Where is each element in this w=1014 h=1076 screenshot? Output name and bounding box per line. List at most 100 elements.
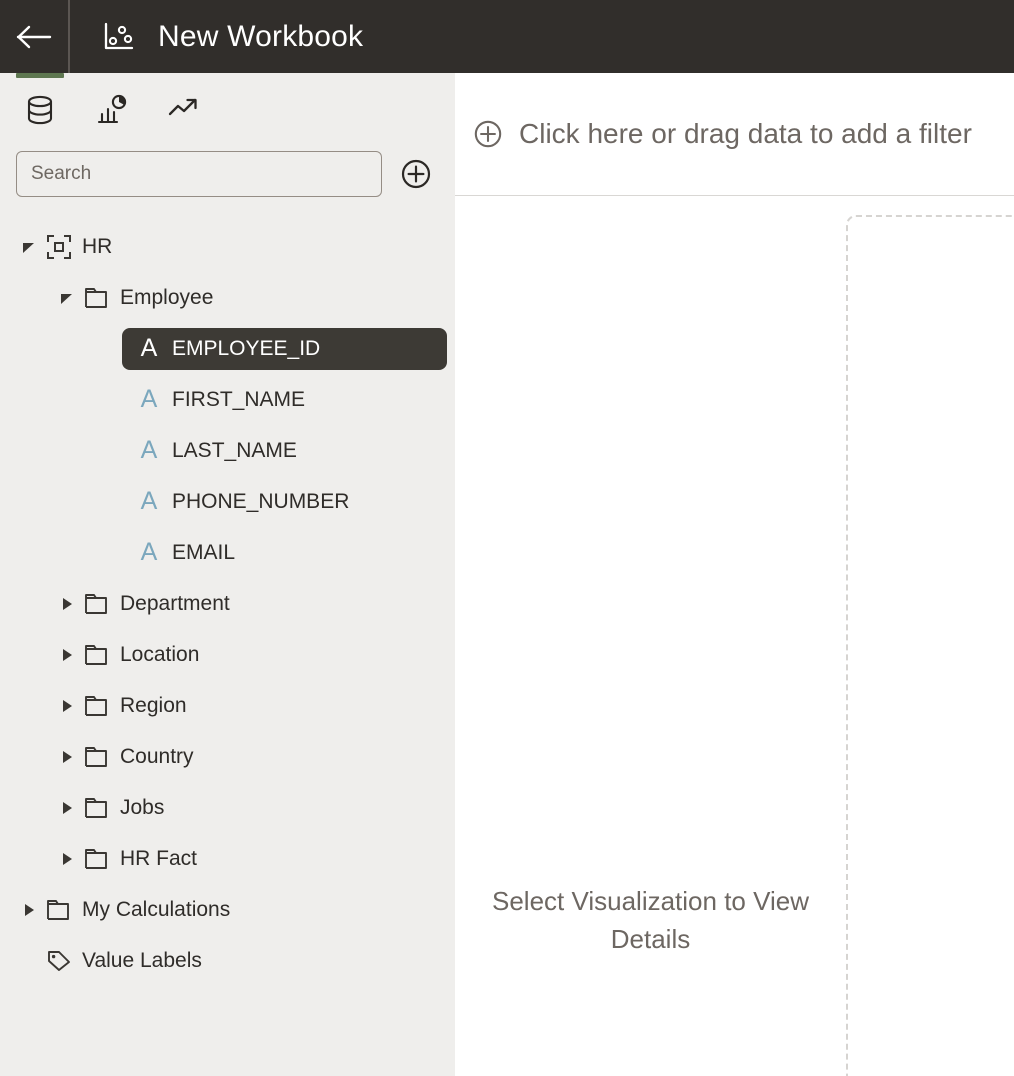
collapsed-twisty-icon[interactable] <box>59 647 75 663</box>
expanded-twisty-icon[interactable] <box>21 239 37 255</box>
tree-item-country[interactable]: Country <box>0 731 455 782</box>
attribute-icon: A <box>140 385 158 413</box>
tree-item-label: Country <box>120 744 194 768</box>
collapsed-twisty-icon[interactable] <box>59 800 75 816</box>
page-title: New Workbook <box>158 19 364 53</box>
tree-item-label: Value Labels <box>82 948 202 972</box>
folder-icon <box>42 898 76 922</box>
tab-data[interactable] <box>16 73 64 133</box>
folder-icon <box>80 643 114 667</box>
tab-analytics[interactable] <box>160 73 208 133</box>
folder-icon <box>80 745 114 769</box>
attribute-icon: A <box>132 387 166 412</box>
attribute-icon: A <box>140 538 158 566</box>
visualization-placeholder-text: Select Visualization to View Details <box>491 886 809 954</box>
database-icon <box>27 95 53 125</box>
tree-item-label: EMAIL <box>172 540 236 564</box>
back-button[interactable] <box>0 0 68 73</box>
tree-item-department[interactable]: Department <box>0 578 455 629</box>
folder-icon <box>80 592 114 616</box>
folder-icon <box>47 899 69 920</box>
tag-icon <box>48 950 70 971</box>
twisty[interactable] <box>16 239 42 255</box>
tree-item-employee[interactable]: Employee <box>0 272 455 323</box>
expanded-twisty-icon[interactable] <box>59 290 75 306</box>
folder-icon <box>85 746 107 767</box>
tree-item-label: HR Fact <box>120 846 198 870</box>
tree-item-value-labels[interactable]: Value Labels <box>0 935 455 986</box>
tree-item-label: HR <box>82 234 113 258</box>
attribute-icon: A <box>140 334 158 362</box>
data-tree: HR Employee A EMPLOYEE_ID A FIRST_NAME A LAST_N… <box>0 203 455 986</box>
dataset-icon <box>47 234 71 259</box>
attribute-icon: A <box>132 540 166 565</box>
tree-item-first-name[interactable]: A FIRST_NAME <box>0 374 455 425</box>
tree-item-label: Jobs <box>120 795 165 819</box>
attribute-icon: A <box>140 487 158 515</box>
folder-icon <box>85 797 107 818</box>
sidebar-tabstrip <box>0 73 455 145</box>
attribute-icon: A <box>132 336 166 361</box>
workbook-title-area: New Workbook <box>70 0 1014 73</box>
tree-item-region[interactable]: Region <box>0 680 455 731</box>
tree-item-employee-id[interactable]: A EMPLOYEE_ID <box>0 323 455 374</box>
folder-icon <box>85 644 107 665</box>
collapsed-twisty-icon[interactable] <box>59 851 75 867</box>
twisty[interactable] <box>54 749 80 765</box>
folder-icon <box>85 593 107 614</box>
tree-item-hr[interactable]: HR <box>0 221 455 272</box>
folder-icon <box>85 287 107 308</box>
tree-item-location[interactable]: Location <box>0 629 455 680</box>
twisty[interactable] <box>54 800 80 816</box>
tree-item-label: Region <box>120 693 187 717</box>
arrow-left-icon <box>16 25 52 48</box>
tree-item-hr-fact[interactable]: HR Fact <box>0 833 455 884</box>
folder-icon <box>85 848 107 869</box>
folder-icon <box>80 796 114 820</box>
data-panel-sidebar: HR Employee A EMPLOYEE_ID A FIRST_NAME A LAST_N… <box>0 73 455 1076</box>
tree-item-label: Employee <box>120 285 214 309</box>
tree-item-label: EMPLOYEE_ID <box>172 336 321 360</box>
tab-visualizations[interactable] <box>88 73 136 133</box>
tree-item-email[interactable]: A EMAIL <box>0 527 455 578</box>
tree-item-phone-number[interactable]: A PHONE_NUMBER <box>0 476 455 527</box>
tag-icon <box>42 949 76 973</box>
scatter-plot-icon <box>104 22 134 49</box>
tree-item-label: PHONE_NUMBER <box>172 489 350 513</box>
active-tab-indicator <box>16 73 64 78</box>
attribute-icon: A <box>132 438 166 463</box>
twisty[interactable] <box>54 698 80 714</box>
collapsed-twisty-icon[interactable] <box>59 698 75 714</box>
filter-bar[interactable]: Click here or drag data to add a filter <box>455 73 1014 196</box>
filter-bar-hint: Click here or drag data to add a filter <box>519 118 972 149</box>
search-row <box>0 145 455 203</box>
plus-circle-icon[interactable] <box>400 158 432 190</box>
folder-icon <box>85 695 107 716</box>
twisty[interactable] <box>16 902 42 918</box>
collapsed-twisty-icon[interactable] <box>59 596 75 612</box>
attribute-icon: A <box>140 436 158 464</box>
plus-circle-icon <box>474 120 502 148</box>
twisty[interactable] <box>54 647 80 663</box>
dataset-icon <box>42 234 76 260</box>
top-header-bar: New Workbook <box>0 0 1014 73</box>
twisty[interactable] <box>54 851 80 867</box>
collapsed-twisty-icon[interactable] <box>21 902 37 918</box>
app-root: New Workbook Search HR Employee A EMPLOY… <box>0 0 1014 1076</box>
tree-item-label: LAST_NAME <box>172 438 297 462</box>
tree-item-label: Department <box>120 591 230 615</box>
canvas-area: Click here or drag data to add a filter … <box>455 73 1014 1076</box>
tree-item-my-calculations[interactable]: My Calculations <box>0 884 455 935</box>
search-input[interactable] <box>16 151 382 197</box>
twisty[interactable] <box>54 596 80 612</box>
twisty[interactable] <box>54 290 80 306</box>
trend-arrow-icon <box>168 98 197 116</box>
folder-icon <box>80 286 114 310</box>
collapsed-twisty-icon[interactable] <box>59 749 75 765</box>
attribute-icon: A <box>132 489 166 514</box>
tree-item-last-name[interactable]: A LAST_NAME <box>0 425 455 476</box>
tree-item-label: Location <box>120 642 200 666</box>
tree-item-jobs[interactable]: Jobs <box>0 782 455 833</box>
folder-icon <box>80 694 114 718</box>
visualization-drop-zone[interactable] <box>846 215 1014 1076</box>
